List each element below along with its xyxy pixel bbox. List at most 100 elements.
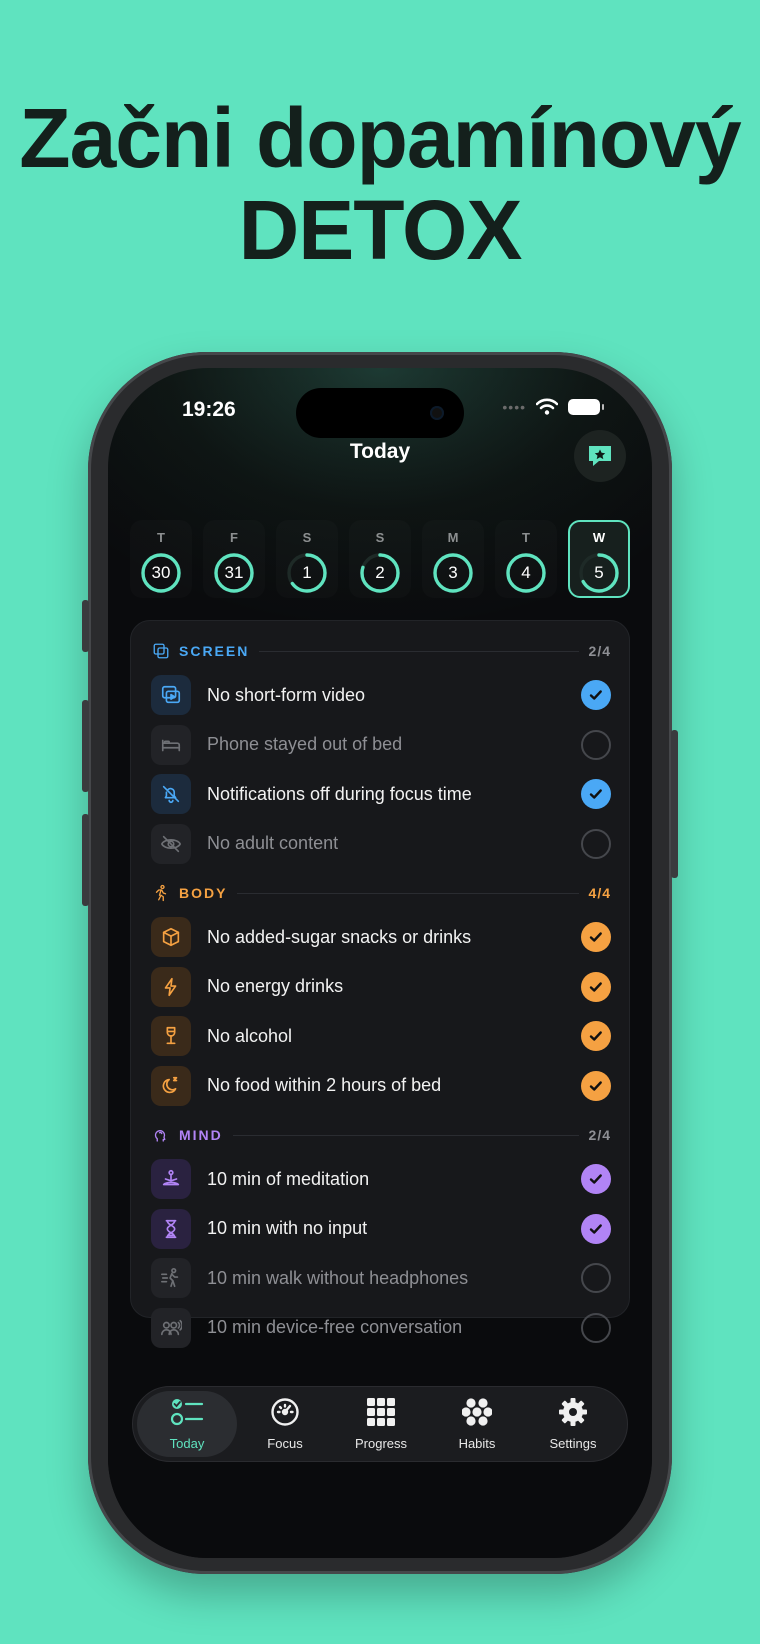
day-letter: T: [157, 530, 165, 545]
video-play-icon: [151, 675, 191, 715]
day-letter: M: [447, 530, 459, 545]
volume-up-button: [82, 700, 89, 792]
habit-label: No alcohol: [207, 1025, 293, 1046]
checked-checkbox[interactable]: [581, 1021, 611, 1051]
section-count: 2/4: [588, 643, 611, 659]
section-header-body: BODY 4/4: [151, 881, 611, 905]
tab-today[interactable]: Today: [137, 1391, 237, 1457]
wifi-icon: [536, 398, 558, 415]
camera-icon: [430, 406, 444, 420]
tab-bar: Today Focus Progress Habits Settings: [132, 1386, 628, 1462]
section-count: 4/4: [588, 885, 611, 901]
checked-checkbox[interactable]: [581, 922, 611, 952]
day-number: 2: [375, 563, 385, 582]
tab-progress[interactable]: Progress: [333, 1391, 429, 1457]
habit-label: 10 min device-free conversation: [207, 1317, 463, 1337]
screens-icon: [151, 641, 171, 661]
feedback-button[interactable]: [574, 430, 626, 482]
day-progress-ring: 5: [578, 552, 620, 594]
meditation-icon: [151, 1159, 191, 1199]
people-talking-icon: [151, 1307, 191, 1348]
unchecked-checkbox[interactable]: [581, 1263, 611, 1293]
headline: Začni dopamínový DETOX: [0, 92, 760, 276]
wine-glass-icon: [151, 1016, 191, 1056]
day-1[interactable]: S 1: [276, 520, 338, 598]
flower-icon: [461, 1397, 493, 1432]
day-progress-ring: 2: [359, 552, 401, 594]
running-icon: [151, 883, 171, 903]
habits-card: SCREEN 2/4 No short-form video Phone sta…: [130, 620, 630, 1348]
chat-star-icon: [589, 446, 611, 466]
section-label: SCREEN: [179, 643, 250, 659]
checklist-icon: [170, 1397, 204, 1432]
unchecked-checkbox[interactable]: [581, 729, 611, 760]
day-progress-ring: 4: [505, 552, 547, 594]
habit-label: 10 min with no input: [207, 1218, 368, 1238]
checked-checkbox[interactable]: [581, 1213, 611, 1244]
headline-line-1: Začni dopamínový: [19, 91, 741, 185]
habit-row[interactable]: No energy drinks: [151, 965, 611, 1009]
day-number: 1: [302, 563, 312, 582]
tab-label: Progress: [354, 1436, 408, 1451]
habit-row[interactable]: Phone stayed out of bed: [151, 723, 611, 767]
habit-label: 10 min walk without headphones: [207, 1267, 469, 1288]
tab-label: Habits: [458, 1436, 496, 1451]
checked-checkbox[interactable]: [581, 1164, 611, 1194]
day-letter: W: [592, 530, 606, 545]
section-label: MIND: [179, 1127, 223, 1143]
day-3[interactable]: M 3: [422, 520, 484, 598]
day-letter: T: [522, 530, 530, 545]
bed-icon: [151, 724, 191, 765]
status-time: 19:26: [182, 398, 236, 421]
cube-icon: [151, 917, 191, 957]
habit-row[interactable]: No food within 2 hours of bed: [151, 1064, 611, 1108]
day-5[interactable]: W 5: [568, 520, 630, 598]
headline-line-2: DETOX: [238, 183, 523, 277]
page-title: Today: [349, 440, 411, 463]
unchecked-checkbox[interactable]: [581, 1312, 611, 1343]
tab-focus[interactable]: Focus: [237, 1391, 333, 1457]
tab-habits[interactable]: Habits: [429, 1391, 525, 1457]
day-number: 4: [521, 563, 531, 582]
checked-checkbox[interactable]: [581, 779, 611, 809]
habit-label: No energy drinks: [207, 976, 344, 996]
habit-row[interactable]: No adult content: [151, 822, 611, 866]
day-31[interactable]: F 31: [203, 520, 265, 598]
day-progress-ring: 3: [432, 552, 474, 594]
bell-off-icon: [151, 774, 191, 814]
day-number: 3: [448, 563, 458, 582]
habit-row[interactable]: No added-sugar snacks or drinks: [151, 915, 611, 959]
habit-label: No added-sugar snacks or drinks: [207, 926, 472, 947]
habit-label: 10 min of meditation: [207, 1168, 370, 1189]
habit-row[interactable]: 10 min of meditation: [151, 1157, 611, 1201]
unchecked-checkbox[interactable]: [581, 828, 611, 859]
day-number: 31: [224, 563, 244, 582]
habit-row[interactable]: 10 min walk without headphones: [151, 1256, 611, 1300]
section-header-mind: MIND 2/4: [151, 1123, 611, 1147]
day-4[interactable]: T 4: [495, 520, 557, 598]
habit-row[interactable]: Notifications off during focus time: [151, 772, 611, 816]
checked-checkbox[interactable]: [581, 680, 611, 710]
battery-icon: [568, 398, 604, 415]
day-progress-ring: 1: [286, 552, 328, 594]
day-30[interactable]: T 30: [130, 520, 192, 598]
grid-icon: [366, 1397, 396, 1432]
section-header-screen: SCREEN 2/4: [151, 639, 611, 663]
habit-row[interactable]: No alcohol: [151, 1014, 611, 1058]
action-button: [82, 600, 89, 652]
tab-settings[interactable]: Settings: [525, 1391, 621, 1457]
checked-checkbox[interactable]: [581, 1070, 611, 1101]
gauge-icon: [270, 1397, 300, 1432]
dynamic-island: [296, 388, 464, 438]
habit-row[interactable]: No short-form video: [151, 673, 611, 717]
habit-label: Phone stayed out of bed: [207, 734, 403, 754]
habit-row[interactable]: 10 min device-free conversation: [151, 1306, 611, 1350]
day-progress-ring: 31: [213, 552, 255, 594]
habit-label: No short-form video: [207, 684, 366, 705]
habit-row[interactable]: 10 min with no input: [151, 1207, 611, 1251]
section-label: BODY: [179, 885, 228, 901]
day-2[interactable]: S 2: [349, 520, 411, 598]
hourglass-icon: [151, 1208, 191, 1249]
day-letter: F: [230, 530, 238, 545]
checked-checkbox[interactable]: [581, 971, 611, 1002]
